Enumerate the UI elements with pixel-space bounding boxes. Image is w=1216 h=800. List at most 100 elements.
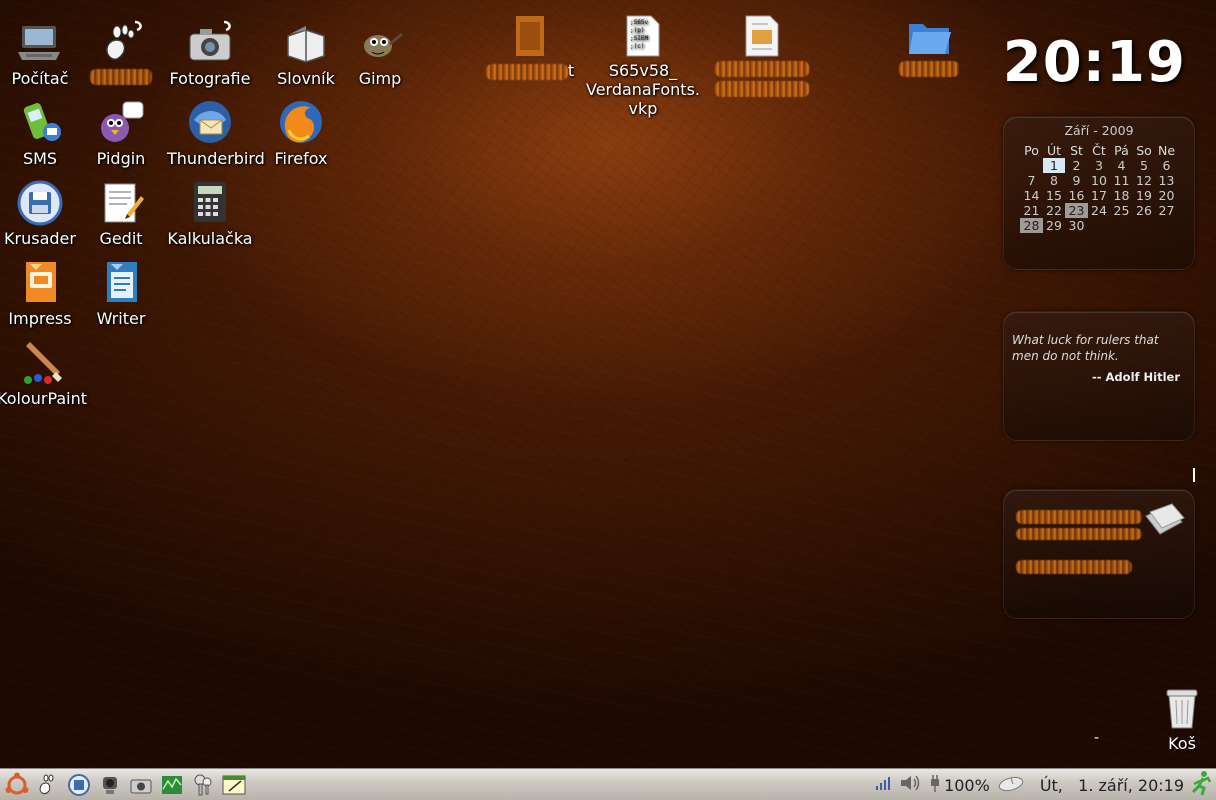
desktop-icon-computer[interactable]: Počítač [0,18,83,88]
desktop-file-vkp[interactable]: ;S65v ;(p) ;SIEM ;(c) S65v58_ VerdanaFonts.… [582,14,704,118]
calendar-day[interactable]: 17 [1088,188,1111,203]
svg-text:;S65v: ;S65v [630,19,648,26]
calendar-day[interactable]: 18 [1110,188,1133,203]
calendar-day[interactable]: 25 [1110,203,1133,218]
calendar-weekday: Po [1024,143,1039,158]
desktop-icon-gimp[interactable]: Gimp [337,18,423,88]
calendar-day[interactable]: 1 [1042,158,1066,173]
calendar-day[interactable]: 6 [1155,158,1178,173]
calendar-day[interactable]: 23 [1065,203,1088,218]
calendar-day[interactable]: 15 [1043,188,1066,203]
sticky-notes-icon[interactable] [1142,500,1186,544]
calculator-icon [186,178,234,226]
calendar-day[interactable]: 3 [1088,158,1111,173]
desktop-icon-label: Krusader [4,229,76,248]
signal-icon[interactable] [874,775,892,795]
pidgin-icon [97,98,145,146]
calendar-day[interactable]: 27 [1155,203,1178,218]
desktop-icon-gnome[interactable] [78,18,164,89]
desktop-file-label: t [480,61,580,80]
calendar-day[interactable]: 10 [1088,173,1111,188]
calendar-day[interactable]: 22 [1043,203,1066,218]
desktop-icon-trash[interactable]: Koš [1148,682,1216,753]
calendar-day[interactable]: 16 [1065,188,1088,203]
calendar-day[interactable]: 26 [1133,203,1156,218]
quote-author: -- Adolf Hitler [1091,370,1180,384]
desktop-file-image-redacted[interactable] [712,14,812,101]
calendar-day [1088,218,1111,233]
calendar-weekday: Čt [1092,143,1106,158]
system-tray: 100% Út, 1. září, 20:19 [868,769,1216,800]
desktop-icon-firefox[interactable]: Firefox [258,98,344,168]
logout-icon[interactable] [1190,770,1214,800]
calendar-day[interactable]: 28 [1020,218,1043,233]
calendar-weekday: Ne [1157,143,1176,158]
desktop-file-label [712,61,812,81]
volume-icon[interactable] [898,773,922,797]
desktop-icon-impress[interactable]: Impress [0,258,83,328]
desktop-icon-calculator[interactable]: Kalkulačka [167,178,253,248]
desktop-folder-redacted[interactable] [884,14,974,81]
calendar-day[interactable]: 14 [1020,188,1043,203]
desktop-icon-label: Gedit [99,229,143,248]
desktop-icon-pidgin[interactable]: Pidgin [78,98,164,168]
notes-launcher[interactable] [220,771,248,799]
power-plug-icon[interactable] [928,773,942,797]
keys-launcher[interactable] [189,771,217,799]
clock-date[interactable]: Út, 1. září, 20:19 [1040,776,1184,795]
desktop-icon-writer[interactable]: Writer [78,258,164,328]
calendar-day[interactable]: 21 [1020,203,1043,218]
calendar-day[interactable]: 9 [1065,173,1088,188]
desktop-file-redacted[interactable]: t [480,14,580,80]
calendar-day[interactable]: 7 [1020,173,1043,188]
desktop-icon-label: Firefox [274,149,328,168]
kolourpaint-icon [16,338,64,386]
computer-icon [16,18,64,66]
system-monitor-launcher[interactable] [158,771,186,799]
webcam-launcher[interactable] [96,771,124,799]
mouse-icon[interactable] [996,774,1026,796]
desktop-icon-photos[interactable]: Fotografie [167,18,253,88]
calendar-day[interactable]: 4 [1110,158,1133,173]
dictionary-icon [282,18,330,66]
desktop-icon-label: Fotografie [169,69,251,88]
firefox-icon [277,98,325,146]
desktop-file-label-line2: VerdanaFonts. [585,80,700,99]
calendar-day[interactable]: 30 [1065,218,1088,233]
calendar-day[interactable]: 12 [1133,173,1156,188]
battery-percent[interactable]: 100% [944,776,990,795]
notes-widget[interactable] [1003,489,1195,619]
desktop-icon-label: Kalkulačka [167,229,253,248]
calendar-week-row: 28 29 30 [1020,218,1178,233]
desktop-icon-krusader[interactable]: Krusader [0,178,83,248]
file-manager-launcher[interactable] [65,771,93,799]
folder-icon [905,14,953,58]
gnome-foot-launcher[interactable] [34,771,62,799]
desktop-icon-label: SMS [22,149,58,168]
desktop-icon-gedit[interactable]: Gedit [78,178,164,248]
calendar-day[interactable]: 2 [1065,158,1088,173]
calendar-day[interactable]: 19 [1133,188,1156,203]
desktop-file-label-line1: S65v58_ [608,61,678,80]
desktop-icon-kolourpaint[interactable]: KolourPaint [0,338,87,408]
calendar-day[interactable]: 5 [1133,158,1156,173]
impress-icon [16,258,64,306]
camera-launcher[interactable] [127,771,155,799]
calendar-weekday: So [1136,143,1152,158]
calendar-day[interactable]: 13 [1155,173,1178,188]
desktop-icon-sms[interactable]: SMS [0,98,83,168]
svg-text:;(p): ;(p) [630,27,644,34]
calendar-day[interactable]: 24 [1088,203,1111,218]
trash-label: Koš [1168,734,1196,753]
note-redacted-line [1016,528,1142,540]
calendar-day[interactable]: 20 [1155,188,1178,203]
desktop-icon-thunderbird[interactable]: Thunderbird [167,98,265,168]
calendar-day[interactable]: 8 [1043,173,1066,188]
calendar-week-row: 21 22 23 24 25 26 27 [1020,203,1178,218]
calendar-day[interactable]: 29 [1043,218,1066,233]
ubuntu-menu-button[interactable] [3,771,31,799]
writer-icon [97,258,145,306]
camera-icon [186,18,234,66]
desktop-icon-label: Počítač [11,69,69,88]
calendar-day[interactable]: 11 [1110,173,1133,188]
